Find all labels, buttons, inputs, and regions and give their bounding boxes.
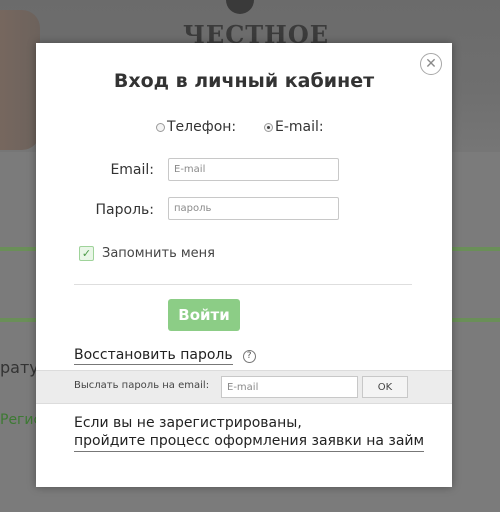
question-mark: ? — [246, 350, 252, 361]
radio-phone[interactable]: Телефон: — [156, 119, 236, 135]
restore-password-link[interactable]: Восстановить пароль — [74, 347, 233, 365]
check-icon: ✓ — [81, 247, 92, 260]
modal-title: Вход в личный кабинет — [113, 70, 375, 92]
radio-phone-label: Телефон: — [167, 119, 237, 135]
remember-me[interactable]: ✓ Запомнить меня — [79, 246, 215, 261]
radio-email-label: E-mail: — [275, 119, 324, 135]
close-icon: ✕ — [425, 56, 437, 72]
email-input[interactable] — [168, 158, 339, 181]
restore-password-panel: Выслать пароль на email: OK — [36, 370, 452, 404]
background-text-fragment: рату — [0, 358, 39, 377]
register-prompt: Если вы не зарегистрированы, пройдите пр… — [74, 414, 425, 452]
restore-password: Восстановить пароль ? — [74, 347, 256, 365]
password-input[interactable] — [168, 197, 339, 220]
password-label: Пароль: — [95, 202, 154, 218]
login-modal: ✕ Вход в личный кабинет Телефон: E-mail:… — [36, 43, 452, 487]
help-icon[interactable]: ? — [242, 349, 256, 363]
radio-email[interactable]: E-mail: — [264, 119, 324, 135]
register-text: Если вы не зарегистрированы, — [74, 415, 302, 431]
email-label: Email: — [110, 162, 154, 178]
radio-phone-control[interactable] — [156, 122, 165, 132]
remember-label: Запомнить меня — [102, 246, 216, 261]
register-link[interactable]: пройдите процесс оформления заявки на за… — [74, 432, 425, 452]
form-divider — [74, 284, 412, 285]
login-button[interactable]: Войти — [168, 299, 240, 331]
radio-email-control[interactable] — [264, 122, 273, 132]
restore-email-input[interactable] — [221, 376, 358, 398]
ok-button[interactable]: OK — [362, 376, 408, 398]
send-password-label: Выслать пароль на email: — [74, 380, 210, 391]
background-person-image — [0, 10, 40, 150]
remember-checkbox[interactable]: ✓ — [79, 246, 94, 261]
